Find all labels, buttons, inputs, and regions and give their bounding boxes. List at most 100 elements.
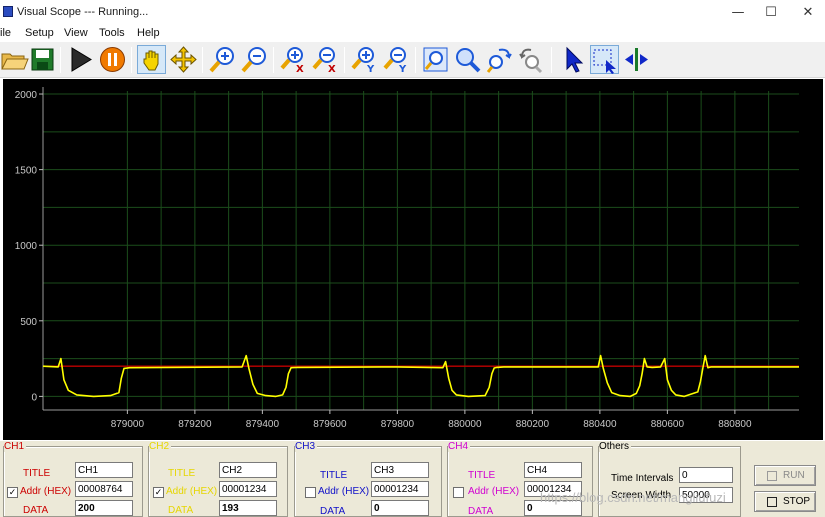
y-tick-label: 2000	[15, 90, 38, 101]
run-button-label: RUN	[783, 470, 805, 481]
run-button[interactable]: RUN	[754, 465, 816, 486]
channel-3-data-field: 0	[371, 500, 429, 516]
x-tick-label: 880800	[718, 419, 752, 430]
plot-series	[42, 354, 799, 398]
toolbar-separator	[415, 47, 416, 73]
channel-3-group: CH3 TITLE CH3 Addr (HEX) 00001234 DATA 0	[294, 441, 442, 517]
run-icon[interactable]	[66, 45, 95, 74]
menu-bar: ile Setup View Tools Help	[0, 26, 825, 42]
channel-1-group: CH1 TITLE CH1 ✓ Addr (HEX) 00008764 DATA…	[3, 441, 143, 517]
others-label: Others	[599, 441, 632, 452]
undo-zoom-icon[interactable]	[485, 45, 514, 74]
pointer-icon[interactable]	[558, 45, 587, 74]
stop-button[interactable]: STOP	[754, 491, 816, 512]
toolbar-separator	[551, 47, 552, 73]
channel-2-title-label: TITLE	[168, 468, 196, 479]
channel-4-label: CH4	[448, 441, 471, 452]
run-button-icon	[767, 471, 777, 481]
app-icon	[3, 6, 13, 17]
channel-1-data-label: DATA	[23, 505, 49, 516]
channel-3-addr-label: Addr (HEX)	[318, 486, 370, 497]
channel-3-label: CH3	[295, 441, 318, 452]
channel-1-data-field: 200	[75, 500, 133, 516]
channel-3-title-field[interactable]: CH3	[371, 462, 429, 478]
channel-2-group: CH2 TITLE CH2 ✓ Addr (HEX) 00001234 DATA…	[148, 441, 288, 517]
svg-text:Y: Y	[366, 64, 375, 74]
y-tick-label: 500	[20, 317, 37, 328]
zoom-out-icon[interactable]	[240, 45, 269, 74]
open-icon[interactable]	[0, 45, 29, 74]
move-icon[interactable]	[169, 45, 198, 74]
svg-text:X: X	[328, 64, 336, 74]
channel-4-data-label: DATA	[468, 506, 494, 517]
zoom-in-x-icon[interactable]: X	[279, 45, 308, 74]
toolbar-separator	[131, 47, 132, 73]
channel-4-title-field[interactable]: CH4	[524, 462, 582, 478]
channel-2-addr-field[interactable]: 00001234	[219, 481, 277, 497]
zoom-in-icon[interactable]	[208, 45, 237, 74]
watermark-text: https://blog.csdn.net/mangliufuzi	[540, 490, 726, 505]
channel-1-label: CH1	[4, 441, 27, 452]
channel-4-addr-label: Addr (HEX)	[468, 486, 520, 497]
select-region-icon[interactable]	[590, 45, 619, 74]
time-intervals-field[interactable]: 0	[679, 467, 733, 483]
zoom-fit-icon[interactable]	[421, 45, 450, 74]
channel-4-title-label: TITLE	[468, 470, 496, 481]
hand-icon[interactable]	[137, 45, 166, 74]
channel-3-addr-field[interactable]: 00001234	[371, 481, 429, 497]
minimize-button[interactable]: —	[728, 4, 748, 22]
close-button[interactable]: ✕	[798, 4, 818, 22]
zoom-icon[interactable]	[453, 45, 482, 74]
zoom-in-y-icon[interactable]: Y	[350, 45, 379, 74]
channel-1-addr-label: Addr (HEX)	[20, 486, 72, 497]
channel-2-checkbox[interactable]: ✓	[153, 487, 164, 498]
menu-view[interactable]: View	[64, 27, 88, 39]
x-tick-label: 879400	[246, 419, 280, 430]
channel-2-data-field: 193	[219, 500, 277, 516]
plot-grid	[43, 91, 799, 410]
channel-panel: CH1 TITLE CH1 ✓ Addr (HEX) 00008764 DATA…	[0, 441, 825, 517]
window-title: Visual Scope --- Running...	[17, 6, 149, 18]
menu-setup[interactable]: Setup	[25, 27, 54, 39]
stop-button-icon	[767, 497, 777, 507]
channel-3-checkbox[interactable]	[305, 487, 316, 498]
toolbar-separator	[273, 47, 274, 73]
channel-1-title-field[interactable]: CH1	[75, 462, 133, 478]
channel-3-data-label: DATA	[320, 506, 346, 517]
plot-axes	[39, 87, 799, 414]
cursor-split-icon[interactable]	[622, 45, 651, 74]
toolbar-separator	[344, 47, 345, 73]
menu-file[interactable]: ile	[0, 27, 11, 39]
channel-2-title-field[interactable]: CH2	[219, 462, 277, 478]
redo-zoom-icon[interactable]	[517, 45, 546, 74]
y-tick-label: 1000	[15, 241, 38, 252]
channel-1-addr-field[interactable]: 00008764	[75, 481, 133, 497]
y-tick-label: 0	[31, 392, 37, 403]
x-tick-labels: 879000 879200 879400 879600 879800 880000 8802…	[111, 419, 752, 430]
x-tick-label: 880200	[516, 419, 550, 430]
time-intervals-label: Time Intervals	[611, 473, 674, 484]
x-tick-label: 880600	[651, 419, 685, 430]
x-tick-label: 880000	[448, 419, 482, 430]
x-tick-label: 879600	[313, 419, 347, 430]
channel-1-title-label: TITLE	[23, 468, 51, 479]
menu-help[interactable]: Help	[137, 27, 160, 39]
menu-tools[interactable]: Tools	[99, 27, 125, 39]
channel-1-checkbox[interactable]: ✓	[7, 487, 18, 498]
x-tick-label: 879000	[111, 419, 145, 430]
scope-plot[interactable]: 0 500 1000 1500 2000 879000 879200 879400 87960…	[3, 79, 823, 440]
zoom-out-x-icon[interactable]: X	[311, 45, 340, 74]
toolbar-separator	[202, 47, 203, 73]
svg-text:Y: Y	[398, 64, 407, 74]
channel-4-checkbox[interactable]	[453, 487, 464, 498]
x-tick-label: 880400	[583, 419, 617, 430]
y-tick-label: 1500	[15, 166, 38, 177]
save-icon[interactable]	[28, 45, 57, 74]
svg-text:X: X	[296, 64, 304, 74]
pause-icon[interactable]	[98, 45, 127, 74]
channel-2-label: CH2	[149, 441, 172, 452]
zoom-out-y-icon[interactable]: Y	[382, 45, 411, 74]
x-tick-label: 879800	[381, 419, 415, 430]
channel-3-title-label: TITLE	[320, 470, 348, 481]
maximize-button[interactable]: ☐	[761, 4, 781, 22]
